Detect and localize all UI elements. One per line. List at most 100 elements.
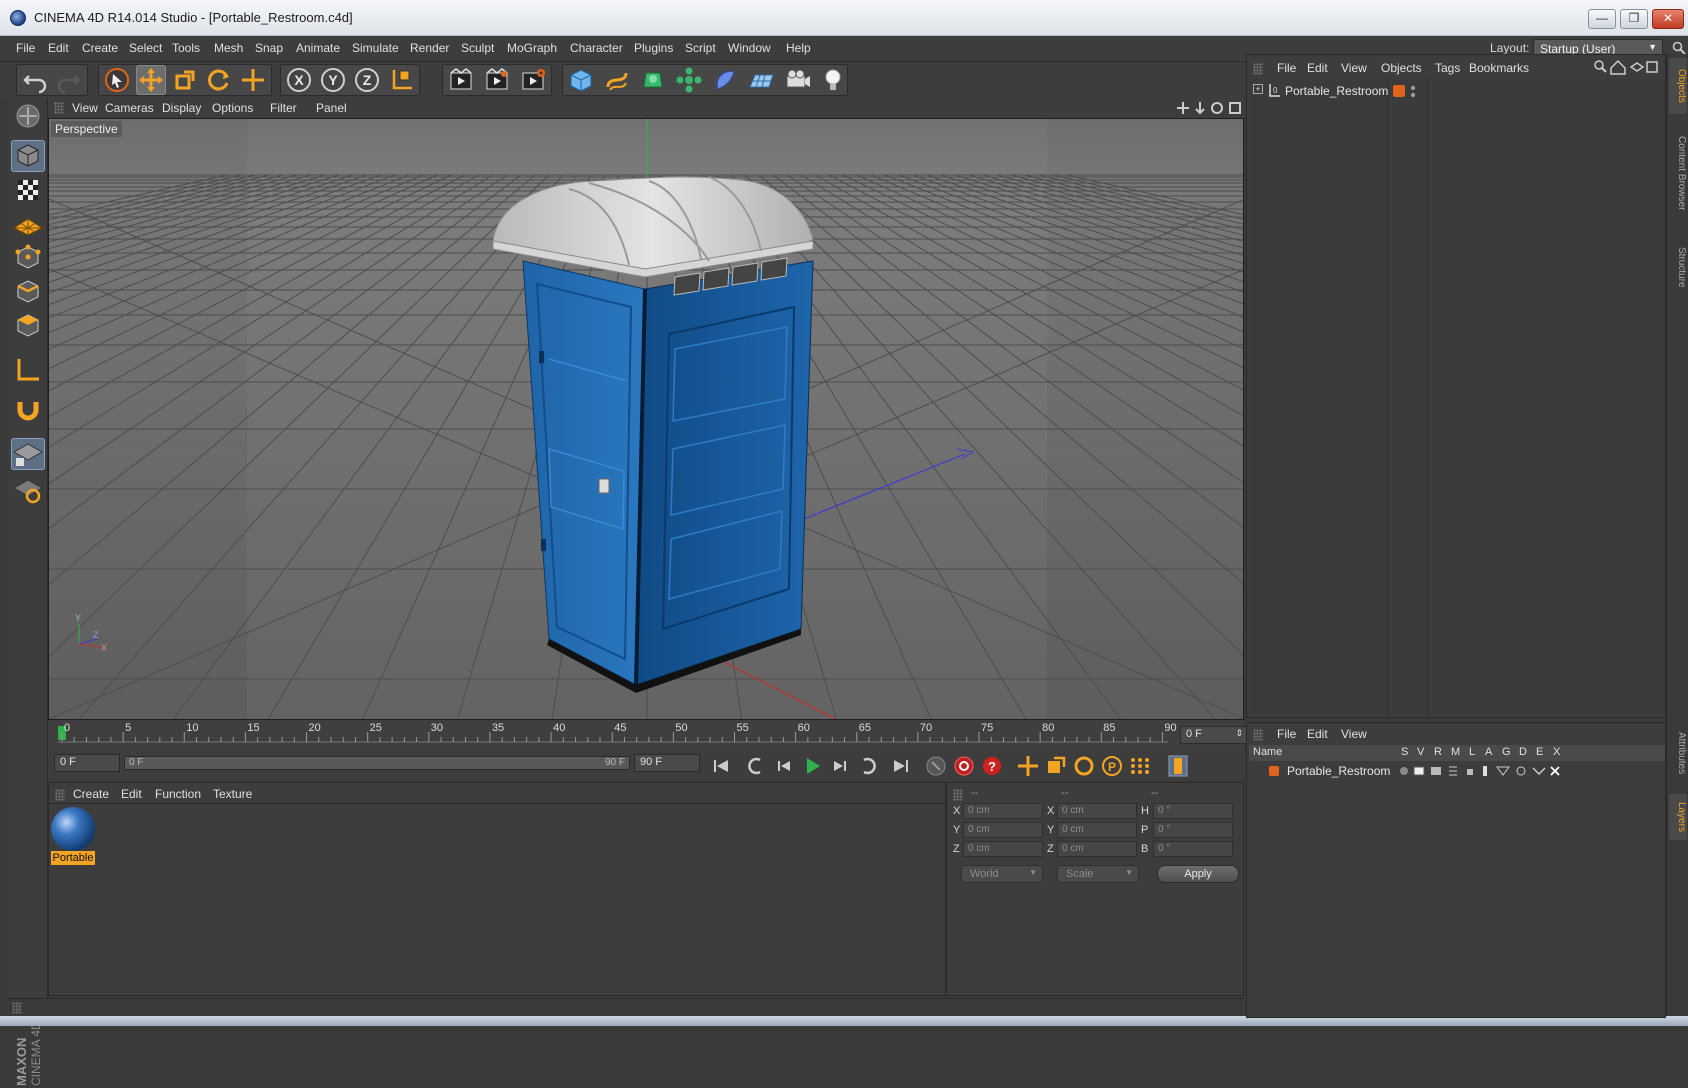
size-x-field[interactable]: 0 cm [1057, 803, 1137, 819]
redo-icon[interactable] [54, 65, 84, 95]
menu-character[interactable]: Character [570, 41, 623, 55]
tab-structure[interactable]: Structure [1669, 234, 1687, 300]
menu-file[interactable]: File [16, 41, 35, 55]
previous-key-icon[interactable] [742, 753, 770, 779]
column-animation[interactable]: A [1485, 746, 1492, 758]
layer-row[interactable]: Portable_Restroom [1249, 763, 1665, 779]
x-axis-lock-icon[interactable]: X [284, 65, 314, 95]
deformer-icon[interactable] [710, 65, 740, 95]
rotation-p-field[interactable]: 0 ° [1153, 822, 1233, 838]
position-z-field[interactable]: 0 cm [963, 841, 1043, 857]
material-menu-create[interactable]: Create [73, 787, 109, 801]
rotation-h-field[interactable]: 0 ° [1153, 803, 1233, 819]
tab-content-browser[interactable]: Content Browser [1669, 118, 1687, 228]
object-menu-file[interactable]: File [1277, 61, 1296, 75]
close-button[interactable]: ✕ [1652, 9, 1684, 29]
key-scale-icon[interactable] [1042, 753, 1070, 779]
undo-icon[interactable] [20, 65, 50, 95]
key-pla-icon[interactable] [1126, 753, 1154, 779]
menu-mograph[interactable]: MoGraph [507, 41, 557, 55]
record-keys-icon[interactable] [922, 753, 950, 779]
spline-icon[interactable] [602, 65, 632, 95]
tab-attributes[interactable]: Attributes [1669, 720, 1687, 786]
play-forward-icon[interactable] [798, 753, 826, 779]
axis-mode-icon[interactable] [11, 354, 45, 386]
timeline-view-icon[interactable] [1164, 753, 1192, 779]
preview-range-slider[interactable]: 0 F 90 F [124, 756, 630, 770]
key-parameter-icon[interactable]: P [1098, 753, 1126, 779]
menu-animate[interactable]: Animate [296, 41, 340, 55]
material-menu-edit[interactable]: Edit [121, 787, 142, 801]
panel-grip-icon[interactable] [1253, 63, 1263, 75]
z-axis-lock-icon[interactable]: Z [352, 65, 382, 95]
search-icon[interactable] [1672, 41, 1686, 55]
expand-toggle-icon[interactable]: + [1253, 84, 1263, 94]
edit-render-settings-icon[interactable] [518, 65, 548, 95]
snap-magnet-icon[interactable] [11, 394, 45, 426]
layer-name[interactable]: Portable_Restroom [1287, 764, 1390, 778]
menu-plugins[interactable]: Plugins [634, 41, 673, 55]
viewport-menu-view[interactable]: View [72, 101, 98, 115]
position-y-field[interactable]: 0 cm [963, 822, 1043, 838]
material-menu-function[interactable]: Function [155, 787, 201, 801]
rotate-icon[interactable] [204, 65, 234, 95]
menu-sculpt[interactable]: Sculpt [461, 41, 494, 55]
column-expressions[interactable]: E [1536, 746, 1543, 758]
menu-help[interactable]: Help [786, 41, 811, 55]
render-view-icon[interactable] [446, 65, 476, 95]
coordinate-mode-dropdown[interactable]: World ▼ [961, 865, 1043, 883]
start-frame-field[interactable]: 0 F [54, 754, 120, 772]
layer-toggle-icons[interactable] [1397, 764, 1567, 778]
viewport-menu-display[interactable]: Display [162, 101, 201, 115]
object-menu-bookmarks[interactable]: Bookmarks [1469, 61, 1529, 75]
edges-mode-icon[interactable] [11, 276, 45, 308]
column-generators[interactable]: G [1502, 746, 1511, 758]
live-selection-icon[interactable] [102, 65, 132, 95]
size-y-field[interactable]: 0 cm [1057, 822, 1137, 838]
perspective-viewport[interactable]: Y Z X Perspective [48, 118, 1244, 720]
column-manager[interactable]: M [1451, 746, 1460, 758]
layer-menu-view[interactable]: View [1341, 727, 1367, 741]
position-x-field[interactable]: 0 cm [963, 803, 1043, 819]
material-menu-texture[interactable]: Texture [213, 787, 252, 801]
rotation-b-field[interactable]: 0 ° [1153, 841, 1233, 857]
polygons-mode-icon[interactable] [11, 310, 45, 342]
panel-grip-icon[interactable] [1253, 729, 1263, 741]
panel-grip-icon[interactable] [55, 789, 65, 801]
apply-button[interactable]: Apply [1157, 865, 1239, 883]
minimize-button[interactable]: — [1588, 9, 1616, 29]
model-mode-icon[interactable] [11, 140, 45, 172]
panel-grip-icon[interactable] [54, 102, 64, 114]
column-deformers[interactable]: D [1519, 746, 1527, 758]
object-menu-view[interactable]: View [1341, 61, 1367, 75]
current-frame-field[interactable]: 0 F ⇕ [1180, 726, 1248, 744]
make-editable-icon[interactable] [11, 100, 45, 132]
column-view[interactable]: V [1417, 746, 1424, 758]
column-render[interactable]: R [1434, 746, 1442, 758]
next-frame-icon[interactable] [826, 753, 854, 779]
workplane-lock-icon[interactable] [11, 438, 45, 470]
restore-button[interactable]: ❐ [1620, 9, 1648, 29]
floor-icon[interactable] [746, 65, 776, 95]
go-to-end-icon[interactable] [886, 753, 914, 779]
layer-menu-edit[interactable]: Edit [1307, 727, 1328, 741]
column-xref[interactable]: X [1553, 746, 1560, 758]
menu-select[interactable]: Select [129, 41, 162, 55]
menu-snap[interactable]: Snap [255, 41, 283, 55]
light-icon[interactable] [818, 65, 848, 95]
autokeying-icon[interactable] [950, 753, 978, 779]
key-rotation-icon[interactable] [1070, 753, 1098, 779]
object-menu-edit[interactable]: Edit [1307, 61, 1328, 75]
next-key-icon[interactable] [854, 753, 882, 779]
menu-tools[interactable]: Tools [172, 41, 200, 55]
workplane-icon[interactable] [11, 208, 45, 240]
menu-render[interactable]: Render [410, 41, 449, 55]
tab-objects[interactable]: Objects [1669, 58, 1687, 114]
keyframe-selection-icon[interactable]: ? [978, 753, 1006, 779]
layer-menu-file[interactable]: File [1277, 727, 1296, 741]
object-manager-tool-icons[interactable] [1593, 59, 1659, 75]
cube-icon[interactable] [566, 65, 596, 95]
end-frame-field[interactable]: 90 F [634, 754, 700, 772]
menu-simulate[interactable]: Simulate [352, 41, 399, 55]
menu-edit[interactable]: Edit [48, 41, 69, 55]
